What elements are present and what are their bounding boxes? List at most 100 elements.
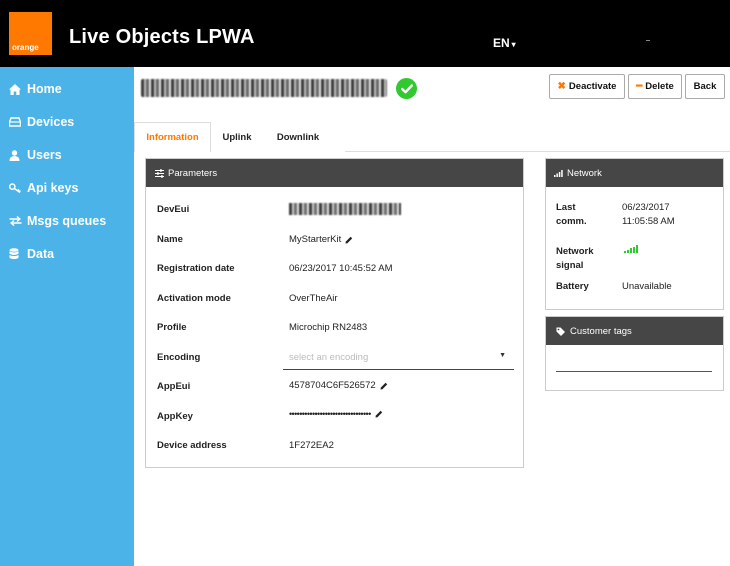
key-icon bbox=[9, 183, 24, 193]
chevron-down-icon: ▼ bbox=[499, 352, 506, 359]
activation-mode-value: OverTheAir bbox=[289, 293, 338, 304]
appeui-label: AppEui bbox=[157, 381, 191, 392]
customer-tags-title: Customer tags bbox=[570, 325, 632, 337]
tab-label: Information bbox=[146, 132, 199, 143]
network-title: Network bbox=[567, 167, 602, 179]
name-text: MyStarterKit bbox=[289, 234, 342, 245]
registration-date-label: Registration date bbox=[157, 263, 235, 274]
parameters-header: Parameters bbox=[146, 159, 523, 187]
signal-bars-icon bbox=[554, 169, 563, 177]
device-address-value: 1F272EA2 bbox=[289, 440, 334, 451]
deveui-value bbox=[289, 203, 401, 215]
sidebar-item-label: Data bbox=[27, 247, 55, 261]
sidebar-item-label: Devices bbox=[27, 115, 75, 129]
customer-tags-header: Customer tags bbox=[546, 317, 723, 345]
last-comm-label-line2: comm. bbox=[556, 216, 587, 227]
network-signal-label-line2: signal bbox=[556, 260, 584, 271]
signal-bar bbox=[627, 249, 629, 254]
back-label: Back bbox=[693, 81, 717, 92]
sidebar: Home Devices Users Api keys Msgs queues … bbox=[0, 67, 134, 566]
registration-date-value: 06/23/2017 10:45:52 AM bbox=[289, 263, 393, 274]
profile-label: Profile bbox=[157, 322, 187, 333]
app-title: Live Objects LPWA bbox=[69, 26, 255, 48]
close-icon: ✖ bbox=[557, 81, 566, 92]
tab-downlink[interactable]: Downlink bbox=[268, 122, 328, 152]
tab-uplink[interactable]: Uplink bbox=[214, 122, 260, 152]
top-bar: orange Live Objects LPWA EN ▾ bbox=[0, 0, 730, 67]
tab-divider bbox=[345, 151, 730, 152]
database-icon bbox=[9, 248, 24, 260]
name-label: Name bbox=[157, 234, 183, 245]
tags-icon bbox=[556, 327, 566, 336]
delete-label: Delete bbox=[645, 81, 674, 92]
tab-label: Downlink bbox=[276, 131, 320, 143]
user-icon bbox=[9, 149, 24, 161]
signal-bar bbox=[633, 246, 635, 254]
delete-button[interactable]: ━ Delete bbox=[628, 74, 682, 99]
sidebar-item-devices[interactable]: Devices bbox=[9, 115, 74, 129]
device-tabs: Information Uplink Downlink bbox=[134, 122, 730, 152]
sidebar-item-users[interactable]: Users bbox=[9, 148, 62, 162]
appkey-text: •••••••••••••••••••••••••••••••• bbox=[289, 409, 371, 419]
customer-tags-panel: Customer tags bbox=[545, 316, 724, 391]
last-comm-label-line1: Last bbox=[556, 202, 576, 213]
sliders-icon bbox=[155, 168, 164, 178]
devices-icon bbox=[9, 117, 24, 127]
sidebar-item-label: Msgs queues bbox=[27, 214, 107, 228]
customer-tags-input[interactable] bbox=[556, 371, 712, 372]
topbar-mark bbox=[646, 40, 650, 41]
signal-bar bbox=[630, 248, 632, 254]
last-comm-value: 06/23/2017 11:05:58 AM bbox=[622, 201, 675, 229]
exchange-icon bbox=[9, 216, 24, 226]
encoding-placeholder: select an encoding bbox=[289, 352, 369, 363]
signal-bar bbox=[624, 251, 626, 254]
sidebar-item-label: Home bbox=[27, 82, 62, 96]
deactivate-label: Deactivate bbox=[568, 81, 617, 92]
parameters-title: Parameters bbox=[168, 167, 218, 179]
pencil-icon[interactable] bbox=[345, 236, 353, 244]
sidebar-item-label: Api keys bbox=[27, 181, 79, 195]
tab-information[interactable]: Information bbox=[134, 122, 211, 152]
last-comm-time: 11:05:58 AM bbox=[622, 216, 675, 227]
deveui-redacted bbox=[289, 203, 401, 215]
minus-icon: ━ bbox=[636, 81, 643, 92]
last-comm-date: 06/23/2017 bbox=[622, 202, 670, 213]
profile-value: Microchip RN2483 bbox=[289, 322, 368, 333]
encoding-select[interactable]: select an encoding ▼ bbox=[283, 345, 514, 370]
pencil-icon[interactable] bbox=[380, 382, 388, 390]
signal-bar bbox=[636, 245, 638, 254]
appkey-value: •••••••••••••••••••••••••••••••• bbox=[289, 409, 383, 419]
network-signal-label-line1: Network bbox=[556, 246, 594, 257]
device-name-redacted bbox=[141, 79, 387, 97]
battery-value: Unavailable bbox=[622, 281, 672, 292]
language-selector[interactable]: EN ▾ bbox=[493, 36, 516, 50]
deactivate-button[interactable]: ✖ Deactivate bbox=[549, 74, 625, 99]
network-header: Network bbox=[546, 159, 723, 187]
chevron-down-icon: ▾ bbox=[511, 40, 516, 49]
appkey-label: AppKey bbox=[157, 411, 193, 422]
back-button[interactable]: Back bbox=[685, 74, 725, 99]
activation-mode-label: Activation mode bbox=[157, 293, 231, 304]
last-comm-label: Last comm. bbox=[556, 201, 587, 229]
network-signal-label: Network signal bbox=[556, 245, 593, 273]
encoding-label: Encoding bbox=[157, 352, 201, 363]
logo-text: orange bbox=[12, 43, 39, 52]
pencil-icon[interactable] bbox=[375, 410, 383, 418]
battery-label: Battery bbox=[556, 281, 589, 292]
device-address-label: Device address bbox=[157, 440, 227, 451]
check-circle-icon bbox=[396, 78, 417, 99]
deveui-label: DevEui bbox=[157, 204, 190, 215]
orange-logo[interactable]: orange bbox=[9, 12, 52, 55]
tab-label: Uplink bbox=[222, 131, 252, 143]
language-label: EN bbox=[493, 36, 510, 50]
sidebar-item-api-keys[interactable]: Api keys bbox=[9, 181, 78, 195]
sidebar-item-msgs-queues[interactable]: Msgs queues bbox=[9, 214, 106, 228]
appeui-value: 4578704C6F526572 bbox=[289, 380, 388, 391]
home-icon bbox=[9, 83, 24, 95]
network-signal-meter bbox=[624, 245, 638, 254]
name-value: MyStarterKit bbox=[289, 234, 353, 245]
appeui-text: 4578704C6F526572 bbox=[289, 380, 376, 391]
sidebar-item-label: Users bbox=[27, 148, 62, 162]
sidebar-item-data[interactable]: Data bbox=[9, 247, 54, 261]
sidebar-item-home[interactable]: Home bbox=[9, 82, 62, 96]
